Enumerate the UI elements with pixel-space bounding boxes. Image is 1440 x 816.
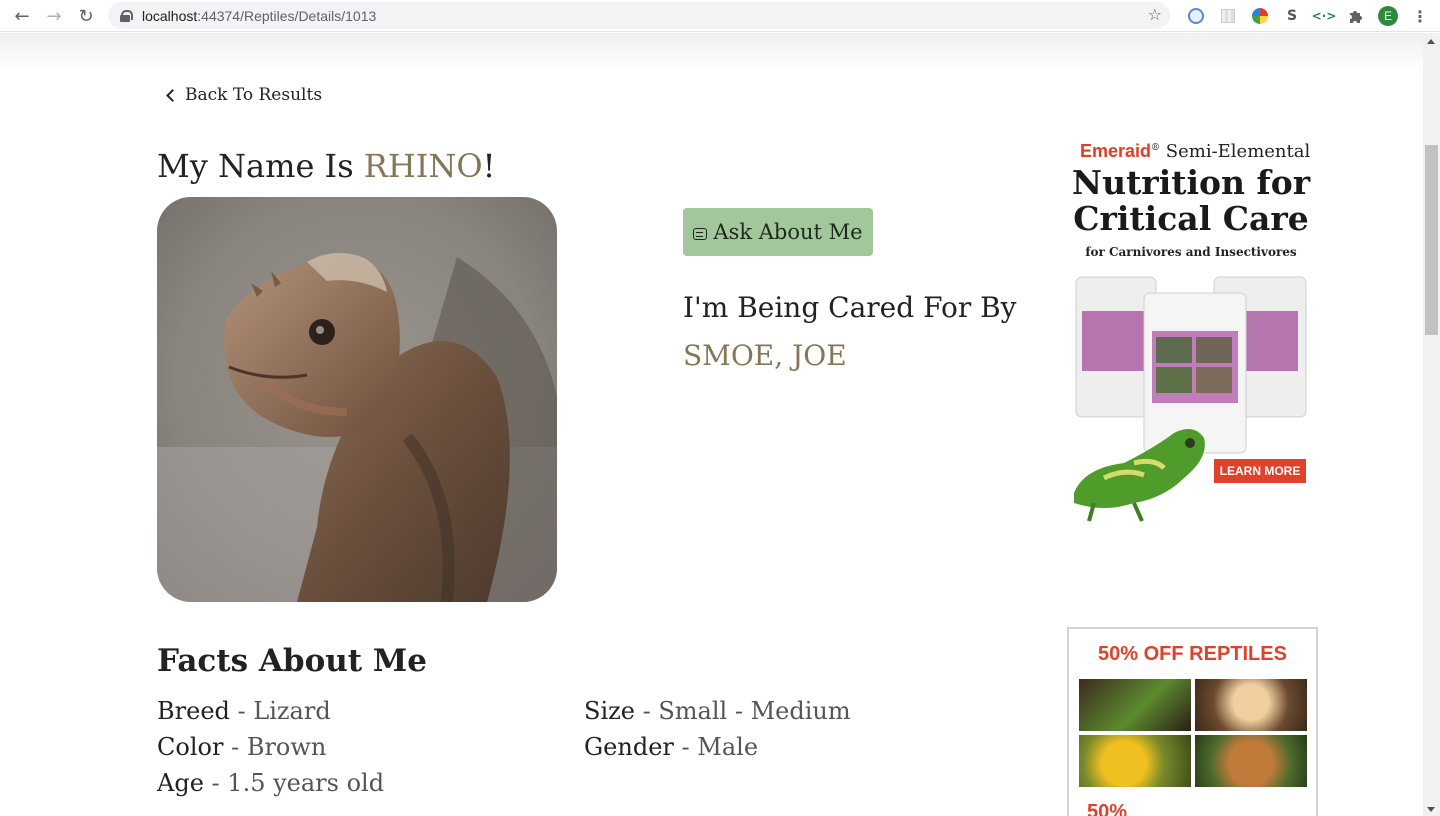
product-bags-image bbox=[1074, 276, 1307, 522]
scroll-up-arrow-icon[interactable] bbox=[1427, 39, 1435, 44]
leopard-gecko-photo bbox=[1195, 679, 1307, 731]
ad-subheadline: for Carnivores and Insectivores bbox=[1085, 245, 1297, 259]
extension-o-icon[interactable] bbox=[1180, 0, 1212, 32]
iguana-image bbox=[157, 197, 557, 602]
forward-arrow-icon[interactable]: → bbox=[38, 0, 70, 32]
fact-breed: Breed - Lizard bbox=[157, 697, 331, 725]
fact-gender-value: Male bbox=[697, 733, 759, 761]
crested-gecko-photo bbox=[1195, 735, 1307, 787]
ad-headline-line-1: Nutrition for bbox=[1071, 163, 1311, 202]
ad-brand: Emeraid® Semi-Elemental bbox=[1080, 141, 1310, 162]
profile-avatar[interactable]: E bbox=[1372, 0, 1404, 32]
ask-about-me-button[interactable]: Ask About Me bbox=[683, 208, 873, 256]
fact-size-key: Size bbox=[584, 697, 635, 725]
ad2-headline: 50% OFF REPTILES bbox=[1098, 643, 1287, 665]
header-shadow bbox=[0, 33, 1423, 73]
ad2-photo-grid bbox=[1079, 679, 1307, 787]
extensions-bar: S <·> E ⋮ bbox=[1180, 0, 1436, 32]
chat-icon bbox=[693, 228, 708, 240]
fact-breed-key: Breed bbox=[157, 697, 230, 725]
fact-color-key: Color bbox=[157, 733, 224, 761]
ad-brand-rest: Semi-Elemental bbox=[1160, 141, 1311, 162]
extension-color-icon[interactable] bbox=[1244, 0, 1276, 32]
fact-gender: Gender - Male bbox=[584, 733, 758, 761]
fact-age-key: Age bbox=[157, 769, 204, 797]
fact-color: Color - Brown bbox=[157, 733, 326, 761]
scroll-down-arrow-icon[interactable] bbox=[1427, 807, 1435, 812]
url-path: :44374/Reptiles/Details/1013 bbox=[197, 7, 377, 24]
fact-separator: - bbox=[211, 769, 220, 797]
fact-age: Age - 1.5 years old bbox=[157, 769, 384, 797]
snake-photo bbox=[1079, 735, 1191, 787]
extension-grid-icon[interactable] bbox=[1212, 0, 1244, 32]
chevron-left-icon bbox=[166, 88, 179, 102]
scrollbar-thumb[interactable] bbox=[1425, 145, 1438, 335]
address-bar[interactable]: localhost:44374/Reptiles/Details/1013 ☆ bbox=[108, 2, 1170, 29]
ask-button-label: Ask About Me bbox=[713, 220, 863, 244]
facts-heading: Facts About Me bbox=[157, 643, 427, 679]
fact-breed-value: Lizard bbox=[253, 697, 331, 725]
fact-age-value: 1.5 years old bbox=[227, 769, 385, 797]
star-icon[interactable]: ☆ bbox=[1148, 5, 1162, 24]
fact-size: Size - Small - Medium bbox=[584, 697, 851, 725]
cared-for-label: I'm Being Cared For By bbox=[683, 291, 1017, 324]
fact-separator: - bbox=[642, 697, 651, 725]
back-link-label: Back To Results bbox=[185, 85, 323, 105]
fact-separator: - bbox=[237, 697, 246, 725]
menu-dots-icon[interactable]: ⋮ bbox=[1404, 0, 1436, 32]
learn-more-button[interactable]: LEARN MORE bbox=[1214, 459, 1306, 483]
caretaker-name: SMOE, JOE bbox=[683, 339, 847, 372]
fact-separator: - bbox=[681, 733, 690, 761]
page-content: Back To Results My Name Is RHINO! Ask Ab… bbox=[0, 33, 1423, 816]
emeraid-ad[interactable]: Emeraid® Semi-Elemental Nutrition for Cr… bbox=[1064, 133, 1318, 523]
back-to-results-link[interactable]: Back To Results bbox=[164, 85, 322, 105]
browser-toolbar: ← → ↻ localhost:44374/Reptiles/Details/1… bbox=[0, 0, 1440, 32]
extension-s-icon[interactable]: S bbox=[1276, 0, 1308, 32]
url-host: localhost bbox=[142, 7, 198, 24]
back-arrow-icon[interactable]: ← bbox=[6, 0, 38, 32]
vertical-scrollbar[interactable] bbox=[1423, 33, 1440, 816]
ad-headline: Nutrition for Critical Care bbox=[1064, 165, 1318, 237]
reload-icon[interactable]: ↻ bbox=[70, 0, 102, 32]
puzzle-icon[interactable] bbox=[1340, 0, 1372, 32]
ad-brand-mark: Emeraid bbox=[1080, 141, 1152, 161]
lock-icon bbox=[120, 9, 133, 22]
fact-separator: - bbox=[231, 733, 240, 761]
fact-size-value: Small - Medium bbox=[658, 697, 851, 725]
ad-headline-line-2: Critical Care bbox=[1073, 199, 1309, 238]
extension-code-icon[interactable]: <·> bbox=[1308, 0, 1340, 32]
fact-gender-key: Gender bbox=[584, 733, 674, 761]
pet-name-title: My Name Is RHINO! bbox=[157, 147, 496, 185]
gecko-photo bbox=[1079, 679, 1191, 731]
pet-name: RHINO bbox=[363, 147, 483, 185]
name-suffix: ! bbox=[482, 147, 496, 185]
pet-photo bbox=[157, 197, 557, 602]
name-prefix: My Name Is bbox=[157, 147, 364, 185]
ad2-more-text: 50% bbox=[1087, 801, 1128, 816]
fact-color-value: Brown bbox=[246, 733, 327, 761]
reptiles-sale-ad[interactable]: 50% OFF REPTILES 50% bbox=[1067, 627, 1318, 816]
ad-brand-reg: ® bbox=[1151, 143, 1161, 153]
